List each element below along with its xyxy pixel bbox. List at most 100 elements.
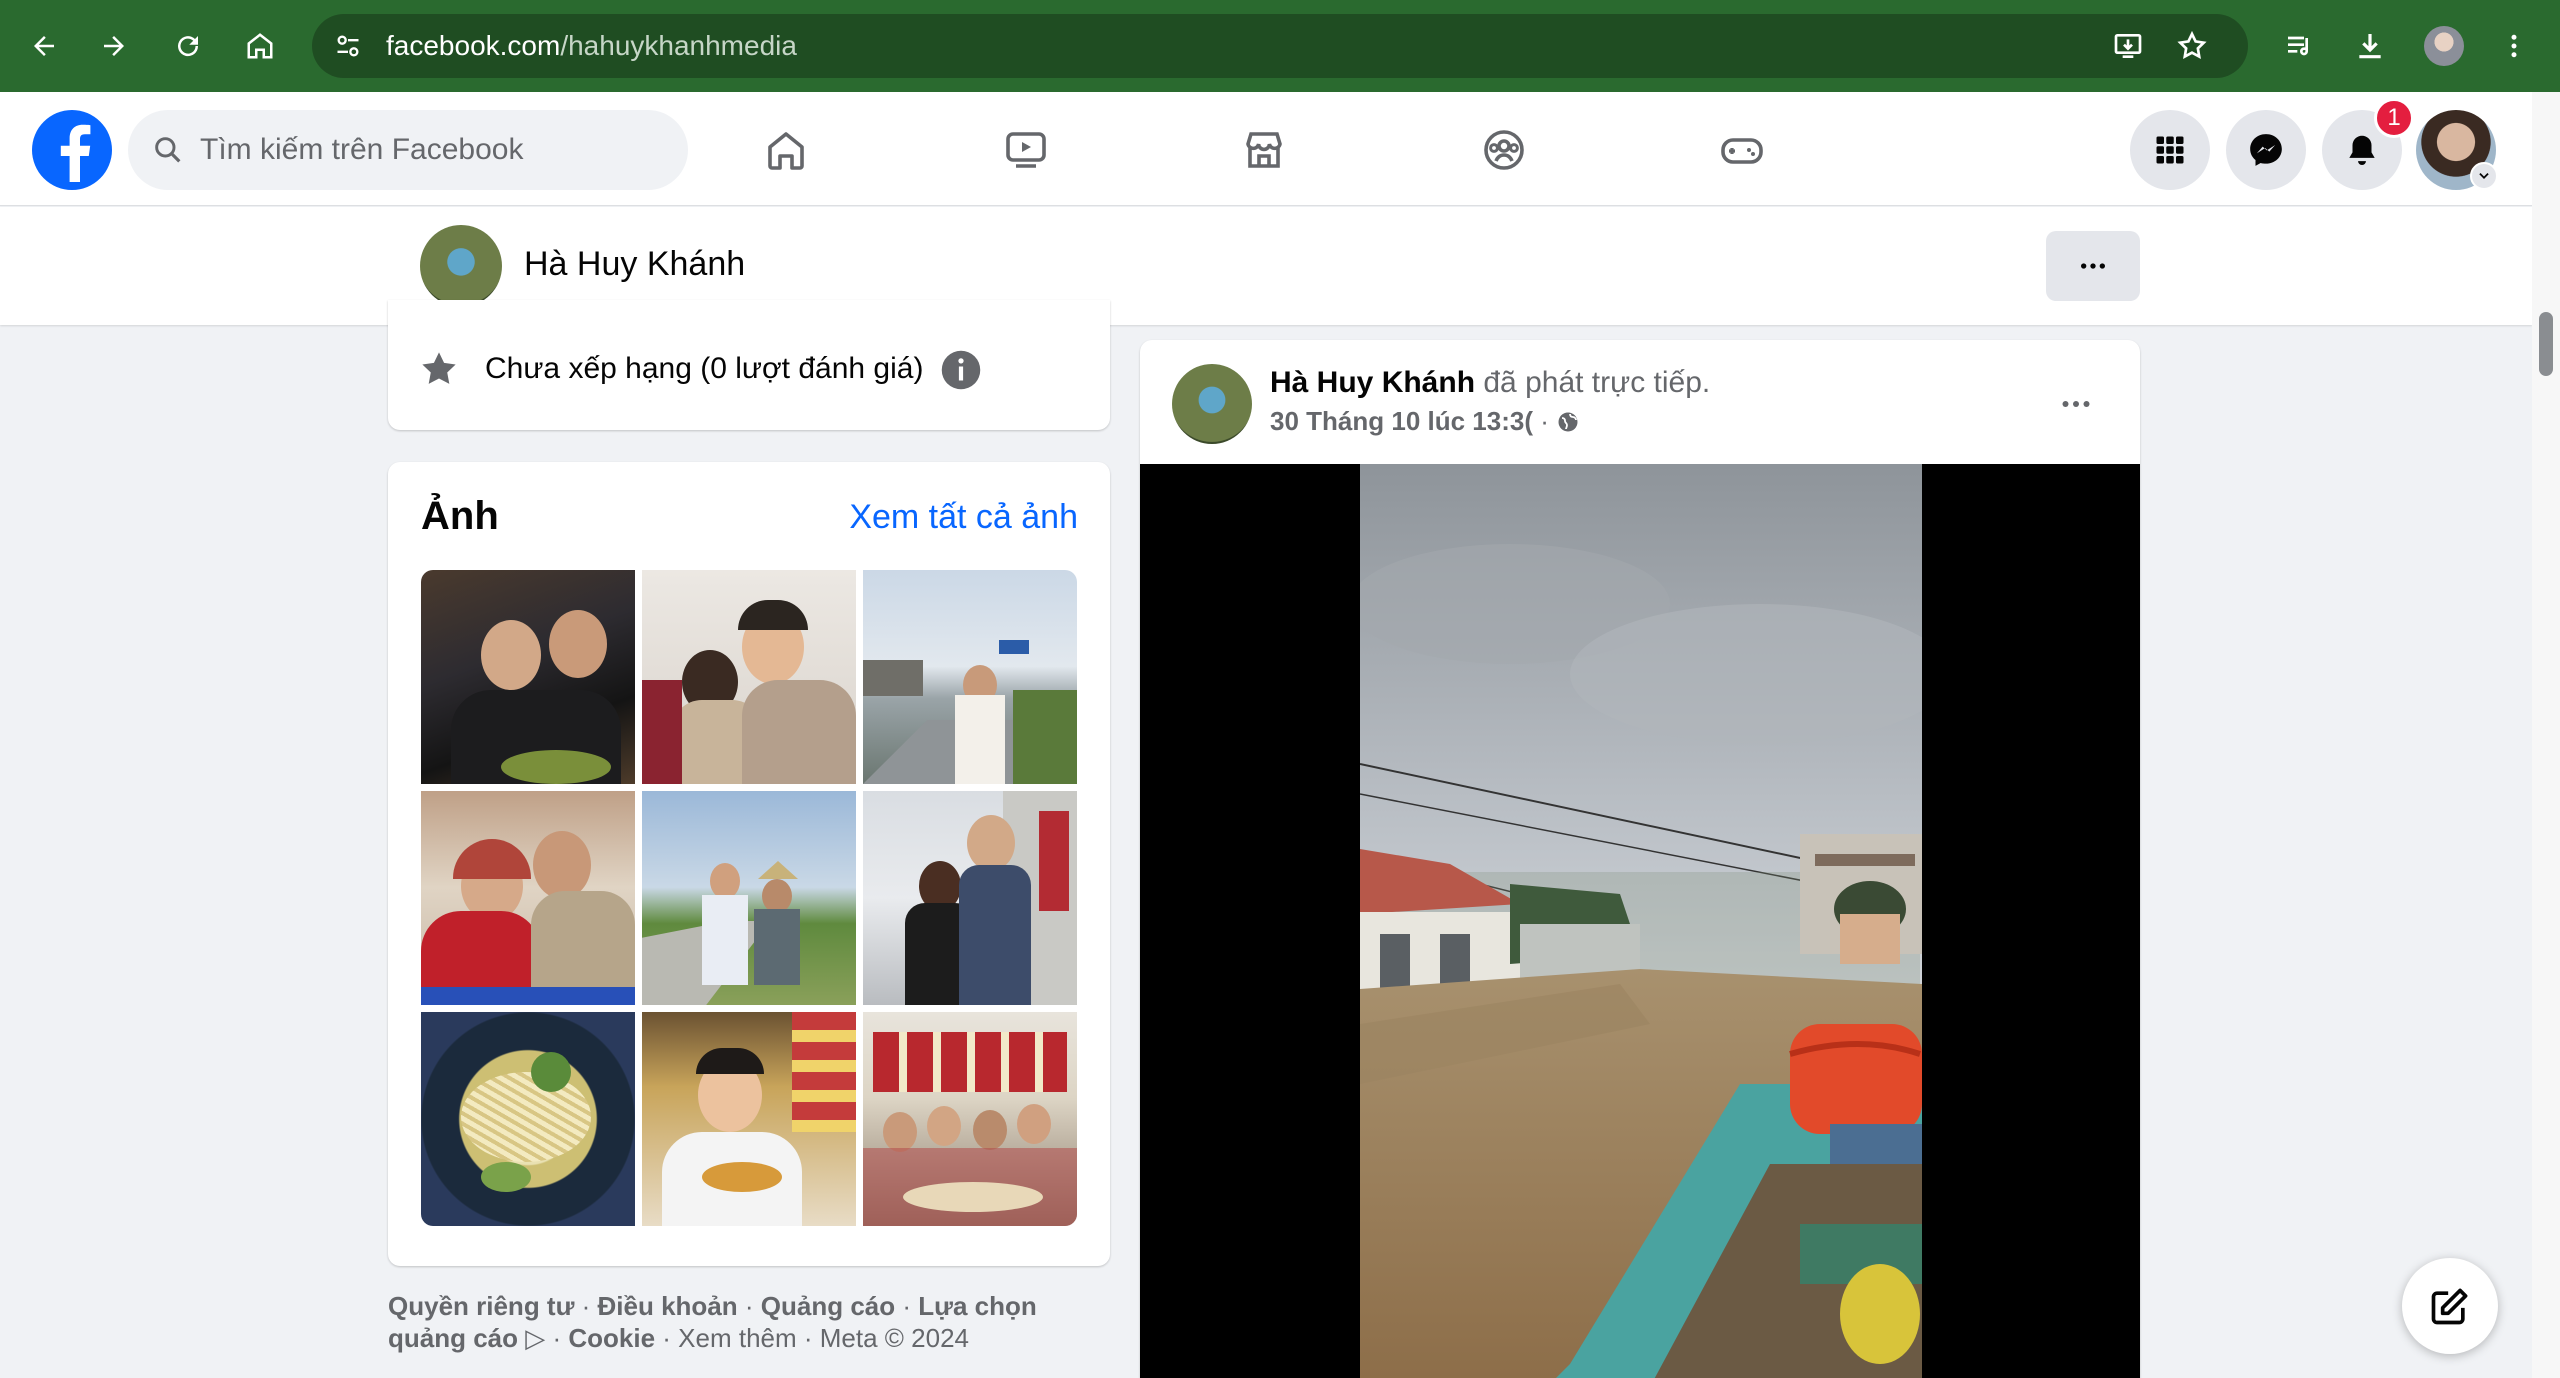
notification-badge: 1 xyxy=(2374,98,2414,138)
post-more-button[interactable] xyxy=(2040,380,2112,428)
url-path: /hahuykhanhmedia xyxy=(560,30,797,61)
playlist-icon xyxy=(2288,36,2308,56)
post-video[interactable] xyxy=(1140,464,2140,1378)
new-message-button[interactable] xyxy=(2402,1258,2498,1354)
footer-copyright: Meta © 2024 xyxy=(819,1323,970,1353)
home-icon xyxy=(768,132,804,170)
photo-thumbnail[interactable] xyxy=(421,791,635,1005)
photo-grid xyxy=(421,570,1077,1226)
bookmark-star-icon[interactable] xyxy=(2176,30,2208,62)
reload-icon xyxy=(178,36,199,57)
photo-thumbnail[interactable] xyxy=(863,791,1077,1005)
footer-separator: · xyxy=(895,1291,919,1321)
address-bar[interactable]: facebook.com/hahuykhanhmedia xyxy=(312,14,2248,78)
footer-separator: · xyxy=(655,1323,679,1353)
video-icon xyxy=(1006,132,1046,168)
profile-more-button[interactable] xyxy=(2046,231,2140,301)
tab-marketplace[interactable] xyxy=(1194,110,1334,190)
page-footer: Quyền riêng tư · Điều khoản · Quảng cáo … xyxy=(388,1290,1110,1354)
grid-menu-icon xyxy=(2156,136,2184,164)
page-scrollbar[interactable] xyxy=(2532,92,2560,1378)
facebook-f-icon xyxy=(60,124,91,182)
photo-thumbnail[interactable] xyxy=(421,1012,635,1226)
footer-separator: · xyxy=(545,1323,569,1353)
gamepad-icon xyxy=(1721,138,1763,164)
profile-name[interactable]: Hà Huy Khánh xyxy=(524,245,745,284)
more-horizontal-icon xyxy=(2062,401,2090,407)
menu-button[interactable] xyxy=(2130,110,2210,190)
photo-thumbnail[interactable] xyxy=(642,791,856,1005)
site-settings-icon[interactable] xyxy=(334,32,362,60)
url-domain: facebook.com xyxy=(386,30,561,61)
footer-separator: · xyxy=(796,1323,820,1353)
photo-thumbnail[interactable] xyxy=(642,570,856,784)
marketplace-icon xyxy=(1246,132,1282,168)
facebook-top-nav xyxy=(0,92,2532,206)
forward-button[interactable] xyxy=(90,22,138,70)
rating-text: Chưa xếp hạng (0 lượt đánh giá) xyxy=(485,352,924,385)
compose-icon xyxy=(2431,1288,2468,1325)
post-meta: 30 Tháng 10 lúc 13:3( · xyxy=(1270,406,1580,437)
photo-thumbnail[interactable] xyxy=(863,570,1077,784)
profile-sticky-header: Hà Huy Khánh xyxy=(0,207,2532,325)
url-text[interactable]: facebook.com/hahuykhanhmedia xyxy=(386,30,797,62)
footer-separator: · xyxy=(574,1291,598,1321)
back-button[interactable] xyxy=(20,22,68,70)
chevron-down-icon[interactable] xyxy=(2470,162,2498,190)
scrollbar-thumb[interactable] xyxy=(2539,312,2553,376)
photo-thumbnail[interactable] xyxy=(863,1012,1077,1226)
flood-scene-image xyxy=(1360,464,1922,1378)
profile-avatar[interactable] xyxy=(420,225,502,307)
tab-gaming[interactable] xyxy=(1672,110,1812,190)
tab-groups[interactable] xyxy=(1434,110,1574,190)
downloads-button[interactable] xyxy=(2346,22,2394,70)
post-action-text: đã phát trực tiếp. xyxy=(1483,366,1711,399)
footer-see-more-link[interactable]: Xem thêm xyxy=(678,1323,797,1353)
post-timestamp[interactable]: 30 Tháng 10 lúc 13:3( xyxy=(1270,406,1533,436)
tab-video[interactable] xyxy=(956,110,1096,190)
post-card: Hà Huy Khánh đã phát trực tiếp. 30 Tháng… xyxy=(1140,340,2140,1378)
browser-toolbar: facebook.com/hahuykhanhmedia xyxy=(0,0,2560,92)
search-input[interactable] xyxy=(200,110,660,190)
media-controls-button[interactable] xyxy=(2276,22,2324,70)
forward-arrow-icon xyxy=(104,36,124,56)
footer-separator: · xyxy=(737,1291,761,1321)
photo-thumbnail[interactable] xyxy=(642,1012,856,1226)
reload-button[interactable] xyxy=(164,22,212,70)
globe-icon xyxy=(1558,412,1578,432)
browser-profile-button[interactable] xyxy=(2420,22,2468,70)
photo-thumbnail[interactable] xyxy=(421,570,635,784)
browser-menu-button[interactable] xyxy=(2490,22,2538,70)
video-frame xyxy=(1360,464,1922,1378)
photos-card: Ảnh Xem tất cả ảnh xyxy=(388,462,1110,1266)
facebook-logo[interactable] xyxy=(32,110,112,190)
messenger-icon xyxy=(2250,134,2282,166)
ad-choices-icon: ▷ xyxy=(525,1323,546,1353)
star-icon xyxy=(422,352,456,384)
see-all-photos-link[interactable]: Xem tất cả ảnh xyxy=(849,498,1078,537)
footer-terms-link[interactable]: Điều khoản xyxy=(598,1291,738,1321)
messenger-button[interactable] xyxy=(2226,110,2306,190)
footer-ads-link[interactable]: Quảng cáo xyxy=(761,1291,895,1321)
rating-card: Chưa xếp hạng (0 lượt đánh giá) xyxy=(388,300,1110,430)
home-button[interactable] xyxy=(236,22,284,70)
footer-privacy-link[interactable]: Quyền riêng tư xyxy=(388,1291,574,1321)
tab-home[interactable] xyxy=(716,110,856,190)
install-app-icon[interactable] xyxy=(2112,30,2144,62)
kebab-menu-icon xyxy=(2511,34,2517,58)
post-header-text: Hà Huy Khánh đã phát trực tiếp. xyxy=(1270,366,1710,400)
back-arrow-icon xyxy=(34,36,54,56)
more-horizontal-icon xyxy=(2081,263,2105,269)
photos-title: Ảnh xyxy=(421,494,499,538)
info-icon[interactable] xyxy=(940,349,982,391)
download-icon xyxy=(2359,34,2381,59)
bell-icon xyxy=(2349,135,2375,166)
footer-cookie-link[interactable]: Cookie xyxy=(568,1323,655,1353)
home-icon xyxy=(247,33,273,59)
search-icon xyxy=(155,137,181,163)
groups-icon xyxy=(1484,130,1524,170)
search-box[interactable] xyxy=(128,110,688,190)
browser-profile-avatar xyxy=(2424,26,2464,66)
post-author-name[interactable]: Hà Huy Khánh xyxy=(1270,366,1475,399)
post-author-avatar[interactable] xyxy=(1172,364,1252,444)
